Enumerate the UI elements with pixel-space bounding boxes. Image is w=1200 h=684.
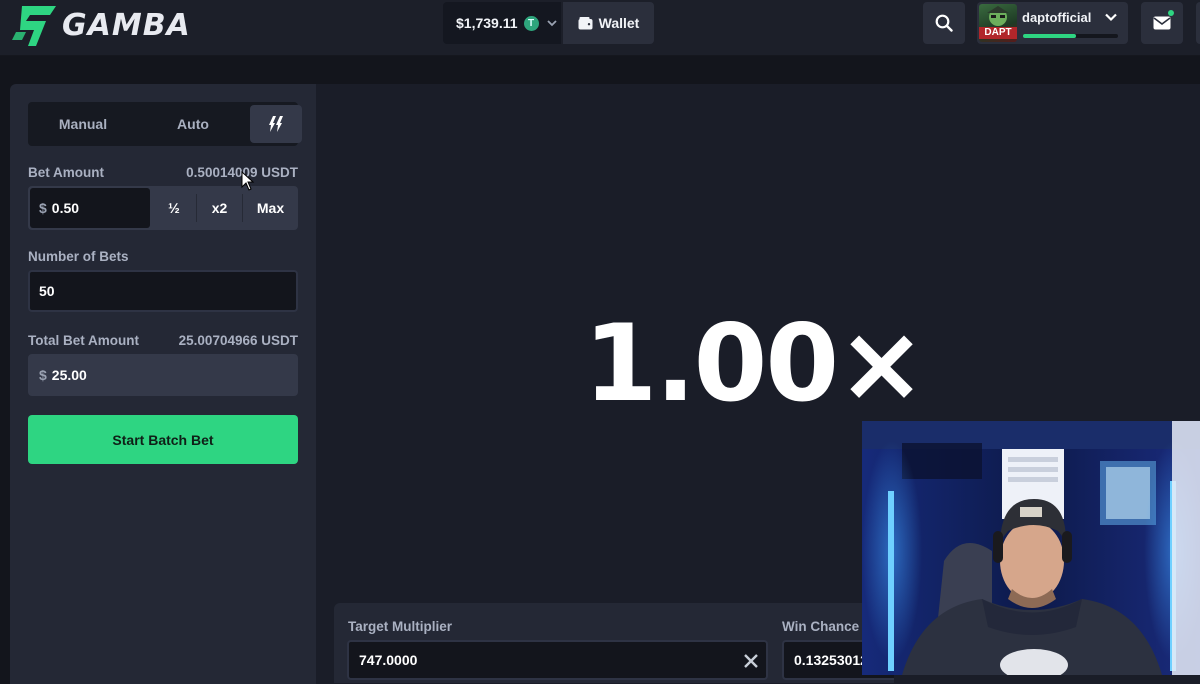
tab-auto[interactable]: Auto (138, 105, 248, 143)
notification-dot (1168, 10, 1174, 16)
streamer-webcam-image (862, 421, 1200, 675)
total-bet-amount-label: Total Bet Amount (28, 333, 139, 348)
start-batch-bet-button[interactable]: Start Batch Bet (28, 415, 298, 464)
win-chance-label: Win Chance (782, 619, 860, 634)
mail-icon (1153, 16, 1171, 30)
avatar-text: DAPT (979, 27, 1017, 39)
target-multiplier-input[interactable]: 747.0000 (347, 640, 768, 680)
bet-amount-value: 0.50 (51, 200, 80, 216)
user-menu[interactable]: DAPT daptofficial (977, 2, 1128, 44)
bet-amount-label: Bet Amount (28, 165, 104, 180)
double-button[interactable]: x2 (197, 186, 242, 230)
username: daptofficial (1022, 10, 1092, 25)
top-bar: GAMBA $1,739.11 T Wallet DAPT daptoffici… (0, 0, 1200, 56)
gamba-logo-icon (12, 6, 56, 46)
bet-amount-input[interactable]: $ 0.50 (30, 188, 150, 228)
wallet-icon (578, 16, 593, 29)
webcam-overlay (862, 421, 1200, 675)
search-icon (935, 14, 953, 32)
xp-progress-fill (1023, 34, 1077, 38)
number-of-bets-input[interactable]: 50 (28, 270, 298, 312)
half-button[interactable]: ½ (152, 186, 196, 230)
mouse-cursor-icon (241, 171, 255, 191)
tether-coin-icon: T (523, 15, 539, 31)
game-settings-panel: Target Multiplier 747.0000 Win Chance 0.… (334, 603, 894, 683)
lightning-icon (269, 116, 283, 132)
target-multiplier-label: Target Multiplier (348, 619, 453, 634)
logo[interactable]: GAMBA (12, 2, 191, 48)
search-button[interactable] (923, 2, 965, 44)
notifications-button[interactable] (1141, 2, 1183, 44)
bet-amount-group: $ 0.50 ½ x2 Max (28, 186, 298, 230)
total-bet-amount-crypto: 25.00704966 USDT (178, 333, 298, 348)
bet-controls-panel: Manual Auto Bet Amount 0.50014009 USDT $… (10, 84, 316, 684)
win-chance-value: 0.13253012 (794, 652, 868, 668)
tab-manual[interactable]: Manual (28, 105, 138, 143)
total-bet-amount-value: 25.00 (51, 367, 87, 383)
logo-text: GAMBA (62, 7, 191, 43)
menu-button-partial[interactable] (1196, 2, 1200, 44)
wallet-button[interactable]: Wallet (563, 2, 654, 44)
avatar: DAPT (979, 4, 1017, 42)
total-bet-amount-field: $ 25.00 (28, 354, 298, 396)
mode-tabs: Manual Auto (28, 102, 302, 146)
wallet-label: Wallet (598, 15, 640, 31)
number-of-bets-value: 50 (39, 283, 55, 299)
number-of-bets-label: Number of Bets (28, 249, 129, 264)
close-icon[interactable] (743, 653, 759, 669)
result-multiplier: 1.00× (583, 302, 926, 425)
balance-selector[interactable]: $1,739.11 T (443, 2, 561, 44)
xp-progress-bar (1023, 34, 1118, 38)
currency-symbol: $ (39, 200, 47, 216)
chevron-down-icon (546, 20, 557, 27)
currency-symbol: $ (39, 367, 47, 383)
chevron-down-icon (1105, 13, 1117, 22)
target-multiplier-value: 747.0000 (359, 652, 418, 668)
max-button[interactable]: Max (243, 186, 298, 230)
tab-batch[interactable] (250, 105, 302, 143)
balance-amount: $1,739.11 (456, 15, 518, 31)
